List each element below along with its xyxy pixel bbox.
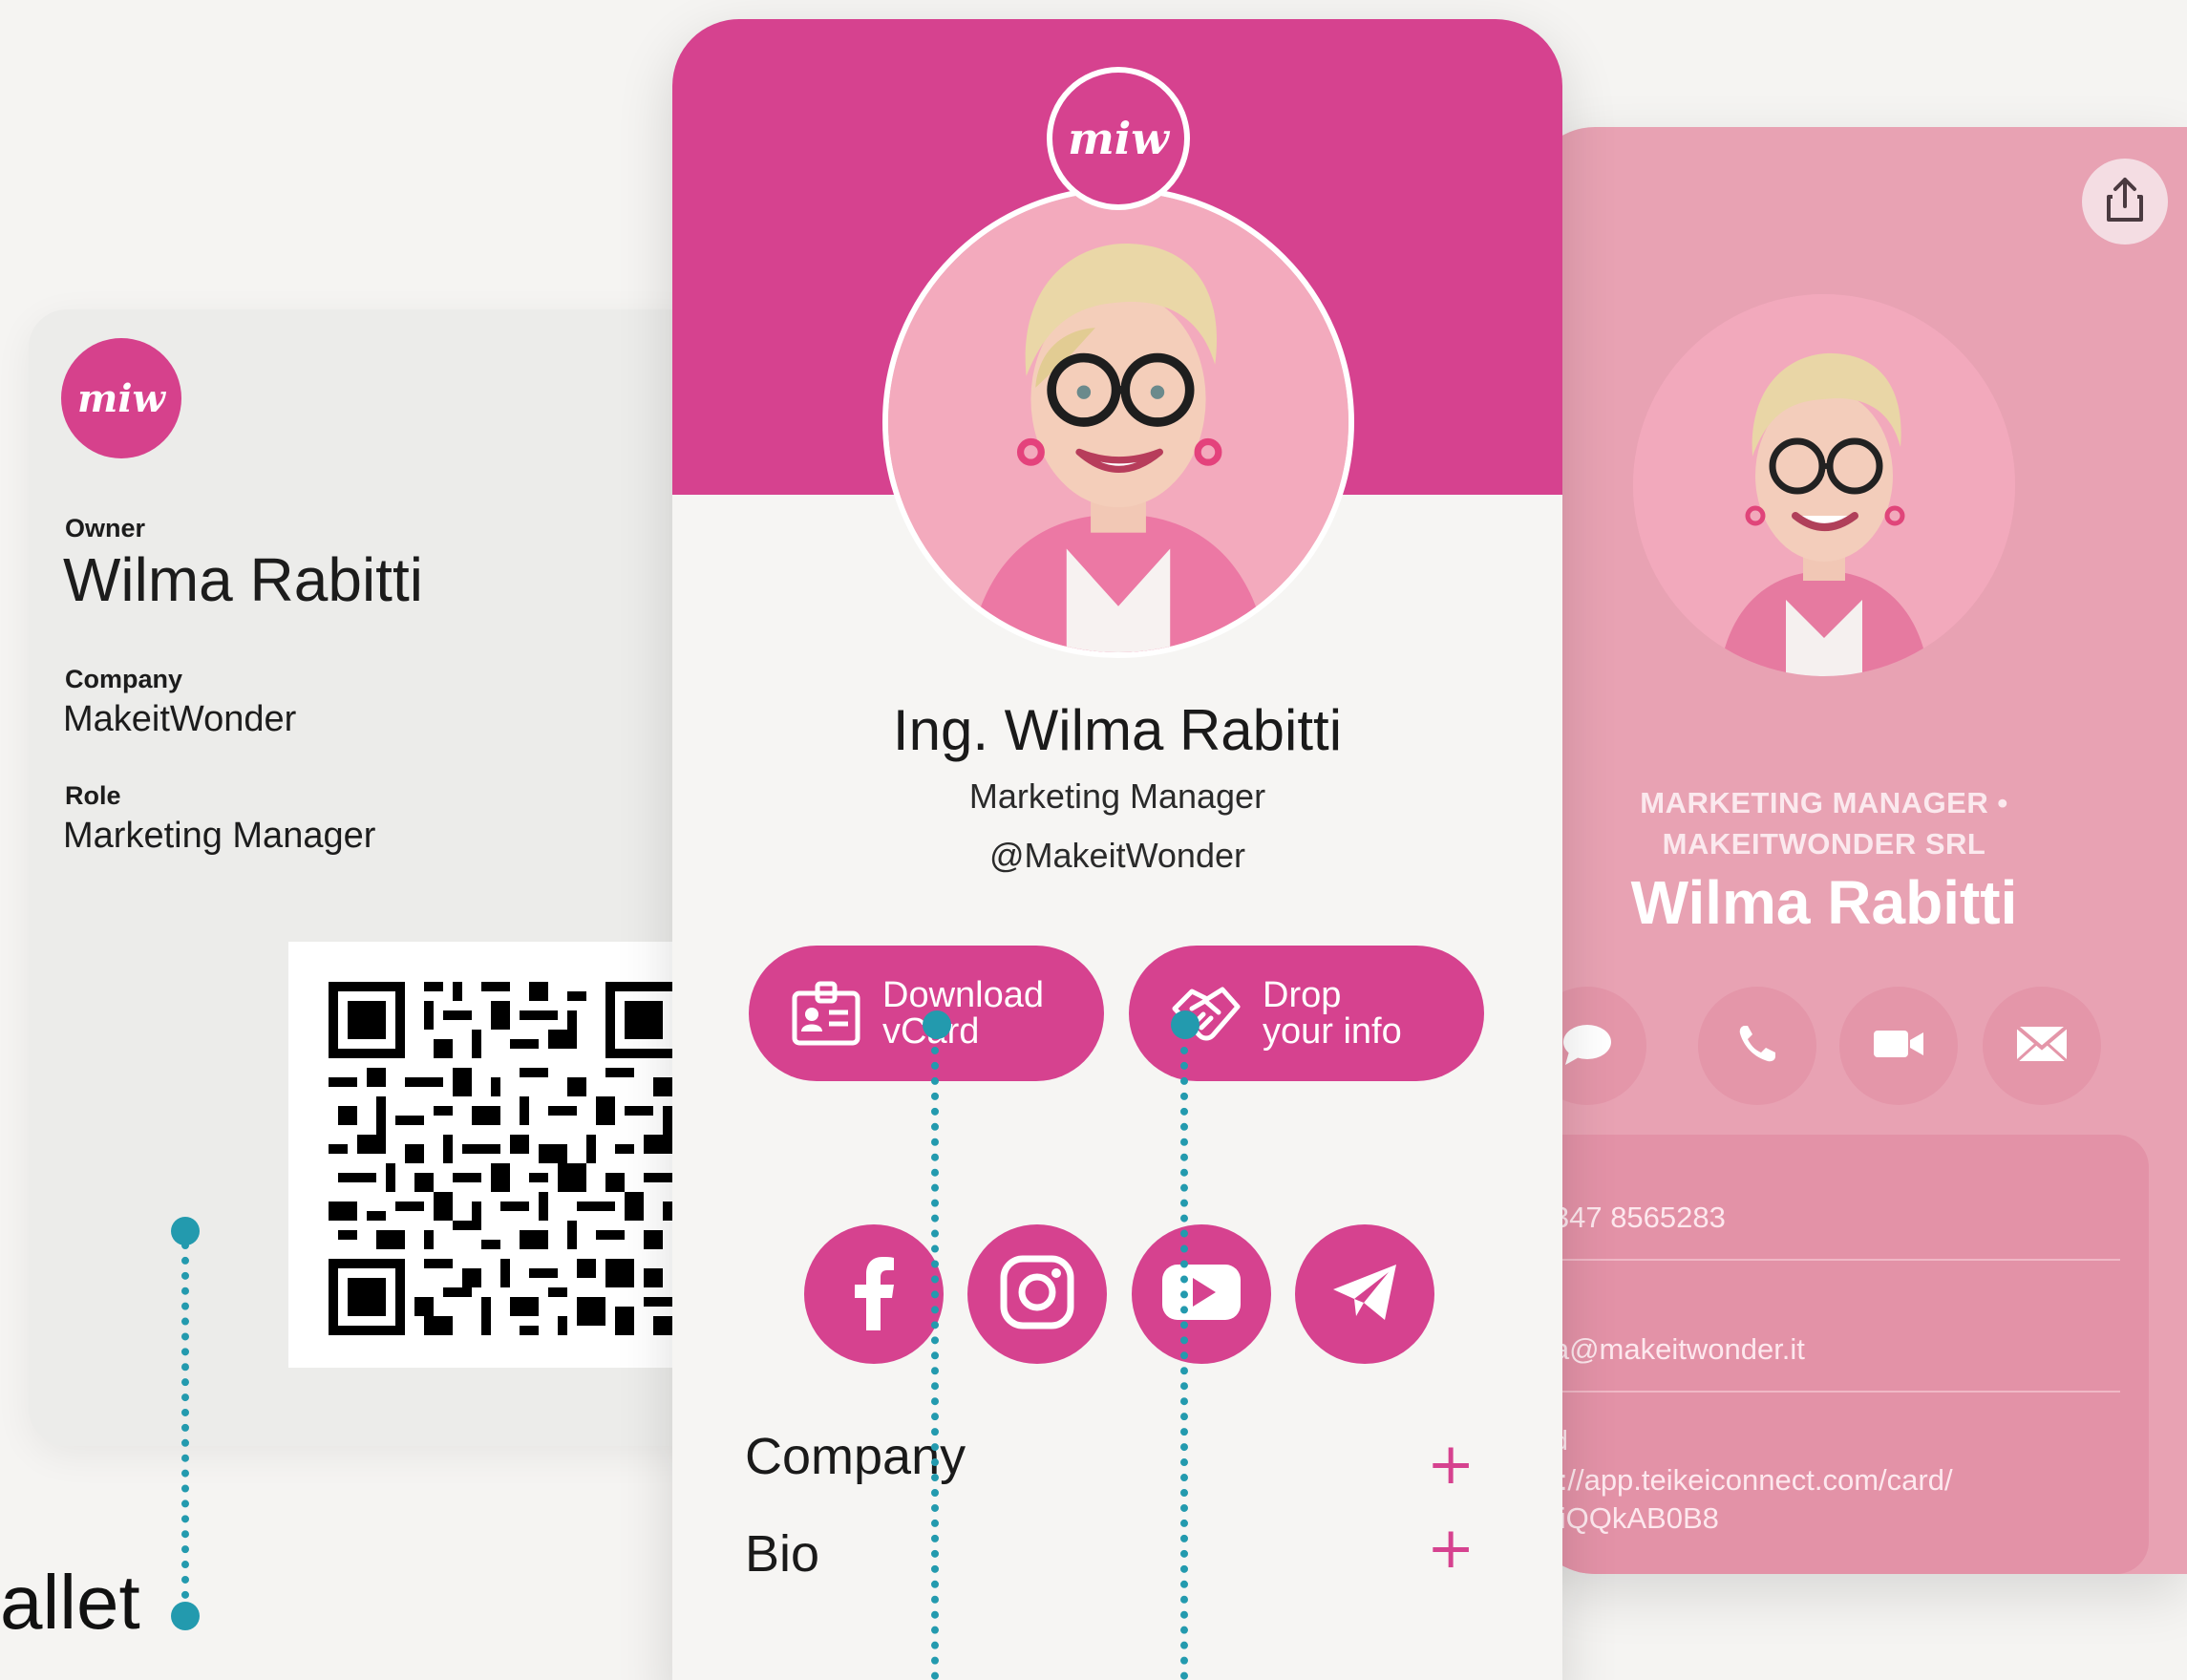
card-url-value-line-2: TeiQQkAB0B8 <box>1528 1501 1719 1535</box>
contact-avatar <box>1633 294 2015 676</box>
message-icon <box>1561 1021 1613 1072</box>
owner-label: Owner <box>65 514 146 542</box>
company-label: Company <box>65 665 183 693</box>
info-divider <box>1528 1391 2120 1393</box>
phone-icon <box>1735 1022 1779 1071</box>
facebook-button[interactable] <box>804 1224 944 1364</box>
drop-info-callout-dot <box>1171 1010 1200 1039</box>
video-icon <box>1872 1027 1925 1066</box>
instagram-button[interactable] <box>967 1224 1107 1364</box>
info-divider <box>1528 1259 2120 1261</box>
profile-photo <box>882 186 1354 658</box>
card-url-label: ard <box>1528 1426 1953 1457</box>
vcard-callout-line <box>931 1031 939 1680</box>
wallet-logo: miw <box>61 338 181 458</box>
wallet-pass-card: miw Owner Wilma Rabitti Company MakeitWo… <box>29 309 716 1446</box>
facebook-icon <box>850 1254 898 1335</box>
contact-role-line-1: MARKETING MANAGER • <box>1640 786 2008 819</box>
qr-code <box>288 942 716 1368</box>
instagram-icon <box>999 1254 1075 1335</box>
digital-business-card: miw Ing. Wilma Rabitti Marketing Manager… <box>672 19 1562 1680</box>
youtube-button[interactable] <box>1132 1224 1271 1364</box>
expand-bio-icon[interactable]: + <box>1427 1515 1475 1582</box>
role-label: Role <box>65 781 121 810</box>
contact-role-line-2: MAKEITWONDER SRL <box>1662 827 1986 861</box>
profile-name: Ing. Wilma Rabitti <box>892 698 1343 762</box>
download-vcard-line-1: Download <box>882 975 1044 1015</box>
email-info-label: ail <box>1528 1295 1805 1327</box>
wallet-callout-dot-top <box>171 1217 200 1245</box>
email-info-row[interactable]: ail ma@makeitwonder.it <box>1528 1295 1805 1367</box>
contact-info-panel: sa 9 347 8565283 ail ma@makeitwonder.it … <box>1528 1135 2149 1574</box>
youtube-icon <box>1160 1263 1242 1327</box>
video-button[interactable] <box>1839 987 1958 1105</box>
wallet-callout-line <box>181 1242 189 1614</box>
vcard-callout-dot <box>923 1010 951 1039</box>
download-vcard-line-2: vCard <box>882 1013 1044 1050</box>
profile-handle[interactable]: @MakeitWonder <box>672 836 1562 876</box>
share-icon <box>2103 176 2147 228</box>
wallet-callout-text: allet <box>0 1560 140 1645</box>
brand-logo: miw <box>1047 67 1190 210</box>
mail-button[interactable] <box>1983 987 2101 1105</box>
telegram-icon <box>1329 1261 1400 1329</box>
contact-card: MARKETING MANAGER • MAKEITWONDER SRL Wil… <box>1528 127 2187 1574</box>
share-button[interactable] <box>2082 159 2168 245</box>
contact-name: Wilma Rabitti <box>1630 868 2018 937</box>
call-button[interactable] <box>1698 987 1816 1105</box>
company-value: MakeitWonder <box>63 699 297 739</box>
role-value: Marketing Manager <box>63 816 376 856</box>
accordion-bio-label[interactable]: Bio <box>745 1524 819 1584</box>
profile-role: Marketing Manager <box>968 776 1266 816</box>
drop-info-callout-line <box>1180 1031 1188 1680</box>
card-url-value-line-1: ps://app.teikeiconnect.com/card/ <box>1528 1463 1953 1497</box>
mail-icon <box>2015 1024 2069 1068</box>
expand-company-icon[interactable]: + <box>1427 1431 1475 1498</box>
wallet-callout-dot-bottom <box>171 1602 200 1630</box>
email-info-value: ma@makeitwonder.it <box>1528 1332 1805 1366</box>
card-url-info-row[interactable]: ard ps://app.teikeiconnect.com/card/ Tei… <box>1528 1426 1953 1536</box>
drop-info-line-2: your info <box>1263 1011 1402 1052</box>
drop-info-line-1: Drop <box>1263 975 1342 1015</box>
telegram-button[interactable] <box>1295 1224 1434 1364</box>
owner-value: Wilma Rabitti <box>63 545 423 614</box>
id-card-icon <box>783 975 869 1052</box>
